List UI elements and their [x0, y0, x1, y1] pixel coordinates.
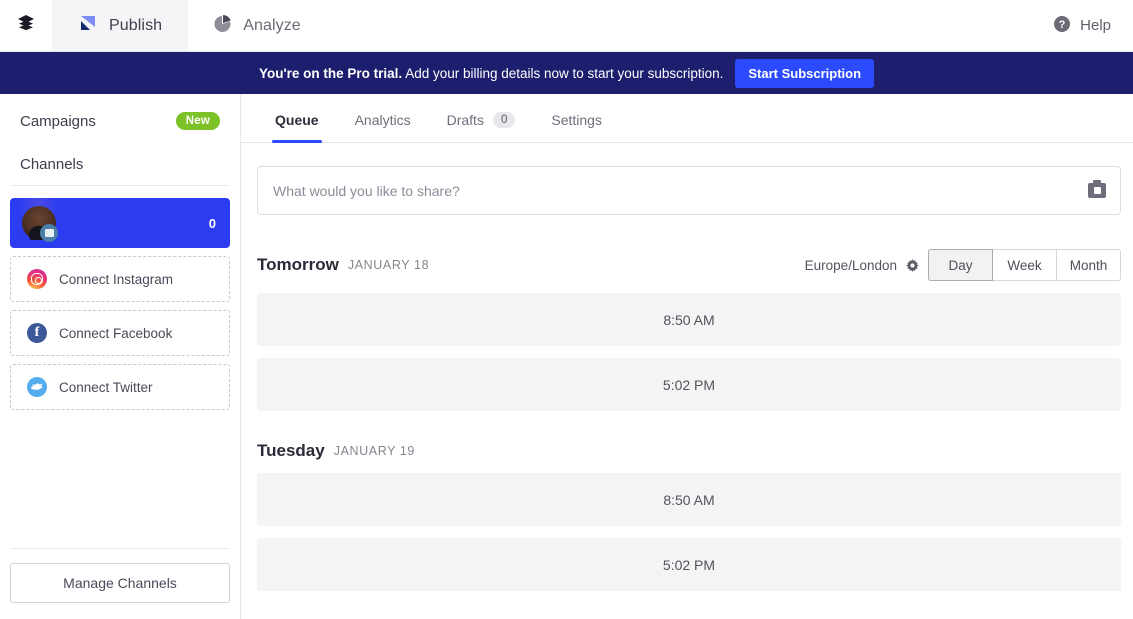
- day-header-tomorrow: Tomorrow JANUARY 18 Europe/London Day We…: [257, 249, 1121, 281]
- connect-instagram-button[interactable]: Connect Instagram: [10, 256, 230, 302]
- layers-menu-button[interactable]: [0, 0, 52, 51]
- queue-slot[interactable]: 8:50 AM: [257, 473, 1121, 526]
- sidebar-channel-selected[interactable]: 0: [10, 198, 230, 248]
- view-month-button[interactable]: Month: [1056, 249, 1121, 281]
- connect-instagram-label: Connect Instagram: [59, 271, 174, 287]
- connect-facebook-label: Connect Facebook: [59, 325, 173, 341]
- campaigns-label: Campaigns: [20, 112, 96, 130]
- tab-drafts-count: 0: [492, 112, 516, 128]
- gear-icon[interactable]: [906, 258, 919, 272]
- day-date: JANUARY 18: [347, 258, 430, 272]
- tab-settings[interactable]: Settings: [533, 112, 620, 142]
- tab-drafts-label: Drafts: [446, 112, 484, 128]
- help-label: Help: [1080, 17, 1111, 34]
- connect-twitter-label: Connect Twitter: [59, 379, 153, 395]
- page-body: Campaigns New Channels 0 Connect Instagr…: [0, 94, 1133, 619]
- queue-slot[interactable]: 5:02 PM: [257, 538, 1121, 591]
- timezone-label: Europe/London: [804, 257, 897, 273]
- banner-message-bold: You're on the Pro trial.: [258, 65, 403, 81]
- day-date: JANUARY 19: [333, 444, 415, 458]
- tab-drafts[interactable]: Drafts 0: [429, 112, 534, 142]
- manage-divider: [10, 548, 230, 549]
- connect-facebook-button[interactable]: Connect Facebook: [10, 310, 230, 356]
- queue-slot[interactable]: 8:50 AM: [257, 293, 1121, 346]
- nav-tab-publish[interactable]: Publish: [52, 0, 189, 51]
- tab-analytics-label: Analytics: [354, 112, 411, 128]
- tab-queue-label: Queue: [275, 112, 319, 128]
- campaigns-new-badge: New: [175, 112, 220, 130]
- nav-tab-publish-label: Publish: [109, 16, 163, 34]
- svg-text:?: ?: [1059, 19, 1066, 31]
- main-content: Queue Analytics Drafts 0 Settings What w…: [241, 94, 1133, 619]
- publish-logo-icon: [78, 13, 98, 38]
- tab-analytics[interactable]: Analytics: [337, 112, 429, 142]
- question-circle-icon: ?: [1053, 15, 1071, 37]
- twitter-icon: [27, 377, 47, 397]
- content-tabs: Queue Analytics Drafts 0 Settings: [241, 94, 1133, 143]
- start-subscription-button[interactable]: Start Subscription: [735, 58, 875, 88]
- banner-message: You're on the Pro trial. Add your billin…: [259, 66, 723, 81]
- channel-post-count: 0: [208, 215, 216, 231]
- sidebar: Campaigns New Channels 0 Connect Instagr…: [0, 94, 241, 619]
- day-name: Tuesday: [257, 441, 325, 460]
- banner-message-rest: Add your billing details now to start yo…: [402, 65, 724, 81]
- composer-placeholder: What would you like to share?: [273, 182, 460, 199]
- pro-trial-banner: You're on the Pro trial. Add your billin…: [0, 52, 1133, 94]
- view-week-button[interactable]: Week: [992, 249, 1057, 281]
- camera-icon[interactable]: [1088, 180, 1106, 198]
- help-button[interactable]: ? Help: [1043, 0, 1133, 51]
- composer-input[interactable]: What would you like to share?: [257, 166, 1121, 215]
- day-name: Tomorrow: [257, 255, 339, 274]
- sidebar-item-campaigns[interactable]: Campaigns New: [10, 94, 230, 140]
- connect-twitter-button[interactable]: Connect Twitter: [10, 364, 230, 410]
- top-navigation-bar: Publish Analyze ? Help: [0, 0, 1133, 52]
- day-header-tuesday: Tuesday JANUARY 19: [257, 441, 1121, 461]
- pie-chart-icon: [214, 14, 232, 37]
- network-badge-icon: [40, 224, 58, 242]
- facebook-icon: [27, 323, 47, 343]
- calendar-controls: Europe/London Day Week Month: [805, 249, 1121, 281]
- manage-channels-button[interactable]: Manage Channels: [10, 563, 230, 603]
- instagram-icon: [27, 269, 47, 289]
- layers-icon: [17, 14, 35, 37]
- tab-settings-label: Settings: [551, 112, 602, 128]
- tab-queue[interactable]: Queue: [257, 112, 337, 143]
- nav-tab-analyze-label: Analyze: [243, 16, 301, 34]
- channels-label: Channels: [20, 156, 84, 173]
- view-switcher: Day Week Month: [928, 249, 1121, 281]
- sidebar-divider: [10, 185, 230, 186]
- view-day-button[interactable]: Day: [928, 249, 993, 281]
- queue-slot[interactable]: 5:02 PM: [257, 358, 1121, 411]
- nav-tab-analyze[interactable]: Analyze: [188, 0, 327, 51]
